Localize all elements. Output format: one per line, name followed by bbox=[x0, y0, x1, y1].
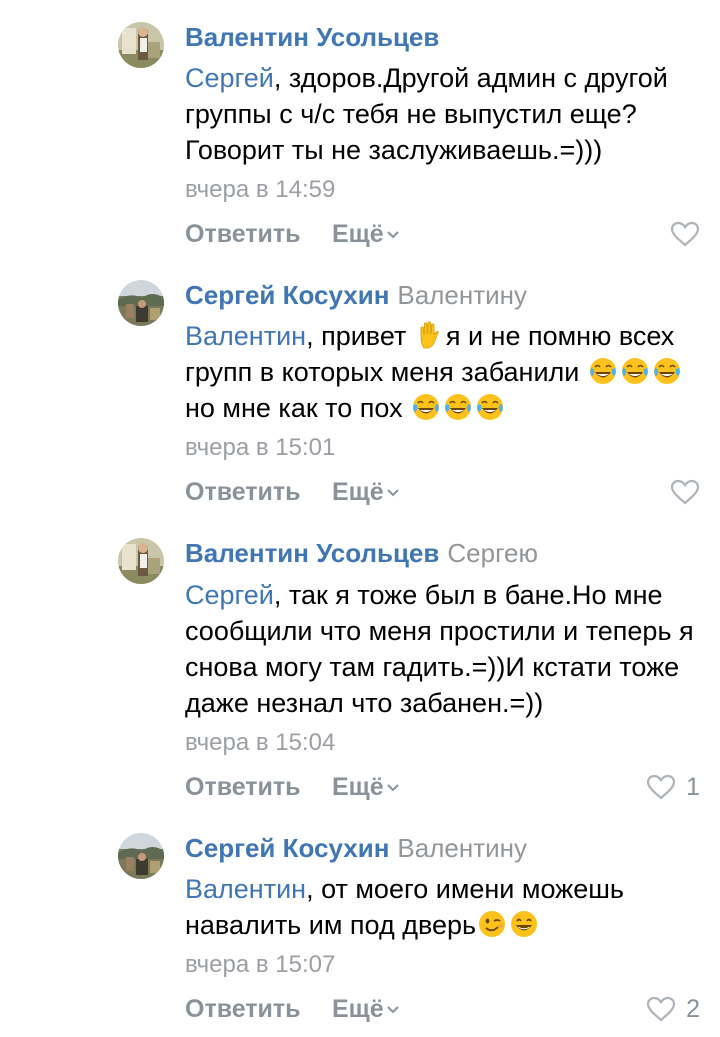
mention-link[interactable]: Сергей bbox=[185, 580, 274, 610]
grinning-emoji bbox=[511, 911, 538, 937]
comment-actions: Ответить Ещё bbox=[185, 218, 700, 250]
reply-button[interactable]: Ответить bbox=[185, 771, 301, 803]
comment-actions: Ответить Ещё bbox=[185, 476, 700, 508]
reply-button[interactable]: Ответить bbox=[185, 993, 301, 1025]
mention-link[interactable]: Валентин bbox=[185, 321, 306, 351]
heart-icon bbox=[646, 774, 676, 800]
comment-text: Сергей, здоров.Другой админ с другой гру… bbox=[185, 60, 695, 168]
reply-button[interactable]: Ответить bbox=[185, 218, 301, 250]
author-line: Сергей Косухин Валентину bbox=[185, 280, 527, 310]
avatar-sergey[interactable] bbox=[118, 833, 164, 879]
more-label: Ещё bbox=[332, 995, 384, 1023]
avatar-sergey[interactable] bbox=[118, 280, 164, 326]
author-line: Валентин Усольцев bbox=[185, 22, 439, 52]
heart-icon bbox=[670, 479, 700, 505]
reply-to-label[interactable]: Сергею bbox=[447, 538, 538, 568]
reply-to-label[interactable]: Валентину bbox=[397, 280, 527, 310]
chevron-down-icon bbox=[386, 231, 399, 239]
heart-icon bbox=[670, 221, 700, 247]
tears-of-joy-emoji bbox=[589, 358, 616, 384]
comment-text: Валентин, от моего имени можешь навалить… bbox=[185, 871, 695, 943]
like-button[interactable]: 1 bbox=[646, 771, 700, 803]
like-button[interactable] bbox=[670, 218, 700, 250]
more-label: Ещё bbox=[332, 220, 384, 248]
tears-of-joy-emoji bbox=[445, 394, 472, 420]
tears-of-joy-emoji bbox=[477, 394, 504, 420]
author-name[interactable]: Валентин Усольцев bbox=[185, 538, 439, 568]
more-button[interactable]: Ещё bbox=[332, 993, 399, 1025]
more-button[interactable]: Ещё bbox=[332, 476, 399, 508]
like-count: 1 bbox=[686, 773, 700, 801]
winking-emoji bbox=[479, 911, 506, 937]
like-button[interactable]: 2 bbox=[646, 993, 700, 1025]
avatar-valentin[interactable] bbox=[118, 22, 164, 68]
tears-of-joy-emoji bbox=[653, 358, 680, 384]
chevron-down-icon bbox=[386, 489, 399, 497]
mention-link[interactable]: Валентин bbox=[185, 874, 306, 904]
comment-time: вчера в 15:04 bbox=[185, 729, 336, 756]
author-name[interactable]: Сергей Косухин bbox=[185, 833, 389, 863]
comment-time: вчера в 15:01 bbox=[185, 434, 336, 461]
comment-actions: Ответить Ещё 2 bbox=[185, 993, 700, 1025]
heart-icon bbox=[646, 996, 676, 1022]
more-button[interactable]: Ещё bbox=[332, 218, 399, 250]
like-count: 2 bbox=[686, 995, 700, 1023]
comment-time: вчера в 14:59 bbox=[185, 176, 336, 203]
author-line: Валентин Усольцев Сергею bbox=[185, 538, 538, 568]
author-name[interactable]: Валентин Усольцев bbox=[185, 22, 439, 52]
comment-text: Валентин, привет я и не помню всех групп… bbox=[185, 318, 695, 426]
more-label: Ещё bbox=[332, 773, 384, 801]
raised-hand-emoji bbox=[420, 321, 439, 349]
author-name[interactable]: Сергей Косухин bbox=[185, 280, 389, 310]
like-button[interactable] bbox=[670, 476, 700, 508]
more-label: Ещё bbox=[332, 478, 384, 506]
more-button[interactable]: Ещё bbox=[332, 771, 399, 803]
comment-text: Сергей, так я тоже был в бане.Но мне соо… bbox=[185, 577, 695, 721]
reply-button[interactable]: Ответить bbox=[185, 476, 301, 508]
author-line: Сергей Косухин Валентину bbox=[185, 833, 527, 863]
reply-to-label[interactable]: Валентину bbox=[397, 833, 527, 863]
comment-text-part: но мне как то пох bbox=[185, 393, 411, 423]
chevron-down-icon bbox=[386, 1006, 399, 1014]
chevron-down-icon bbox=[386, 784, 399, 792]
avatar-valentin[interactable] bbox=[118, 538, 164, 584]
tears-of-joy-emoji bbox=[413, 394, 440, 420]
comment-actions: Ответить Ещё 1 bbox=[185, 771, 700, 803]
comment-time: вчера в 15:07 bbox=[185, 951, 336, 978]
tears-of-joy-emoji bbox=[621, 358, 648, 384]
mention-link[interactable]: Сергей bbox=[185, 63, 274, 93]
comment-text-part: , привет bbox=[306, 321, 414, 351]
